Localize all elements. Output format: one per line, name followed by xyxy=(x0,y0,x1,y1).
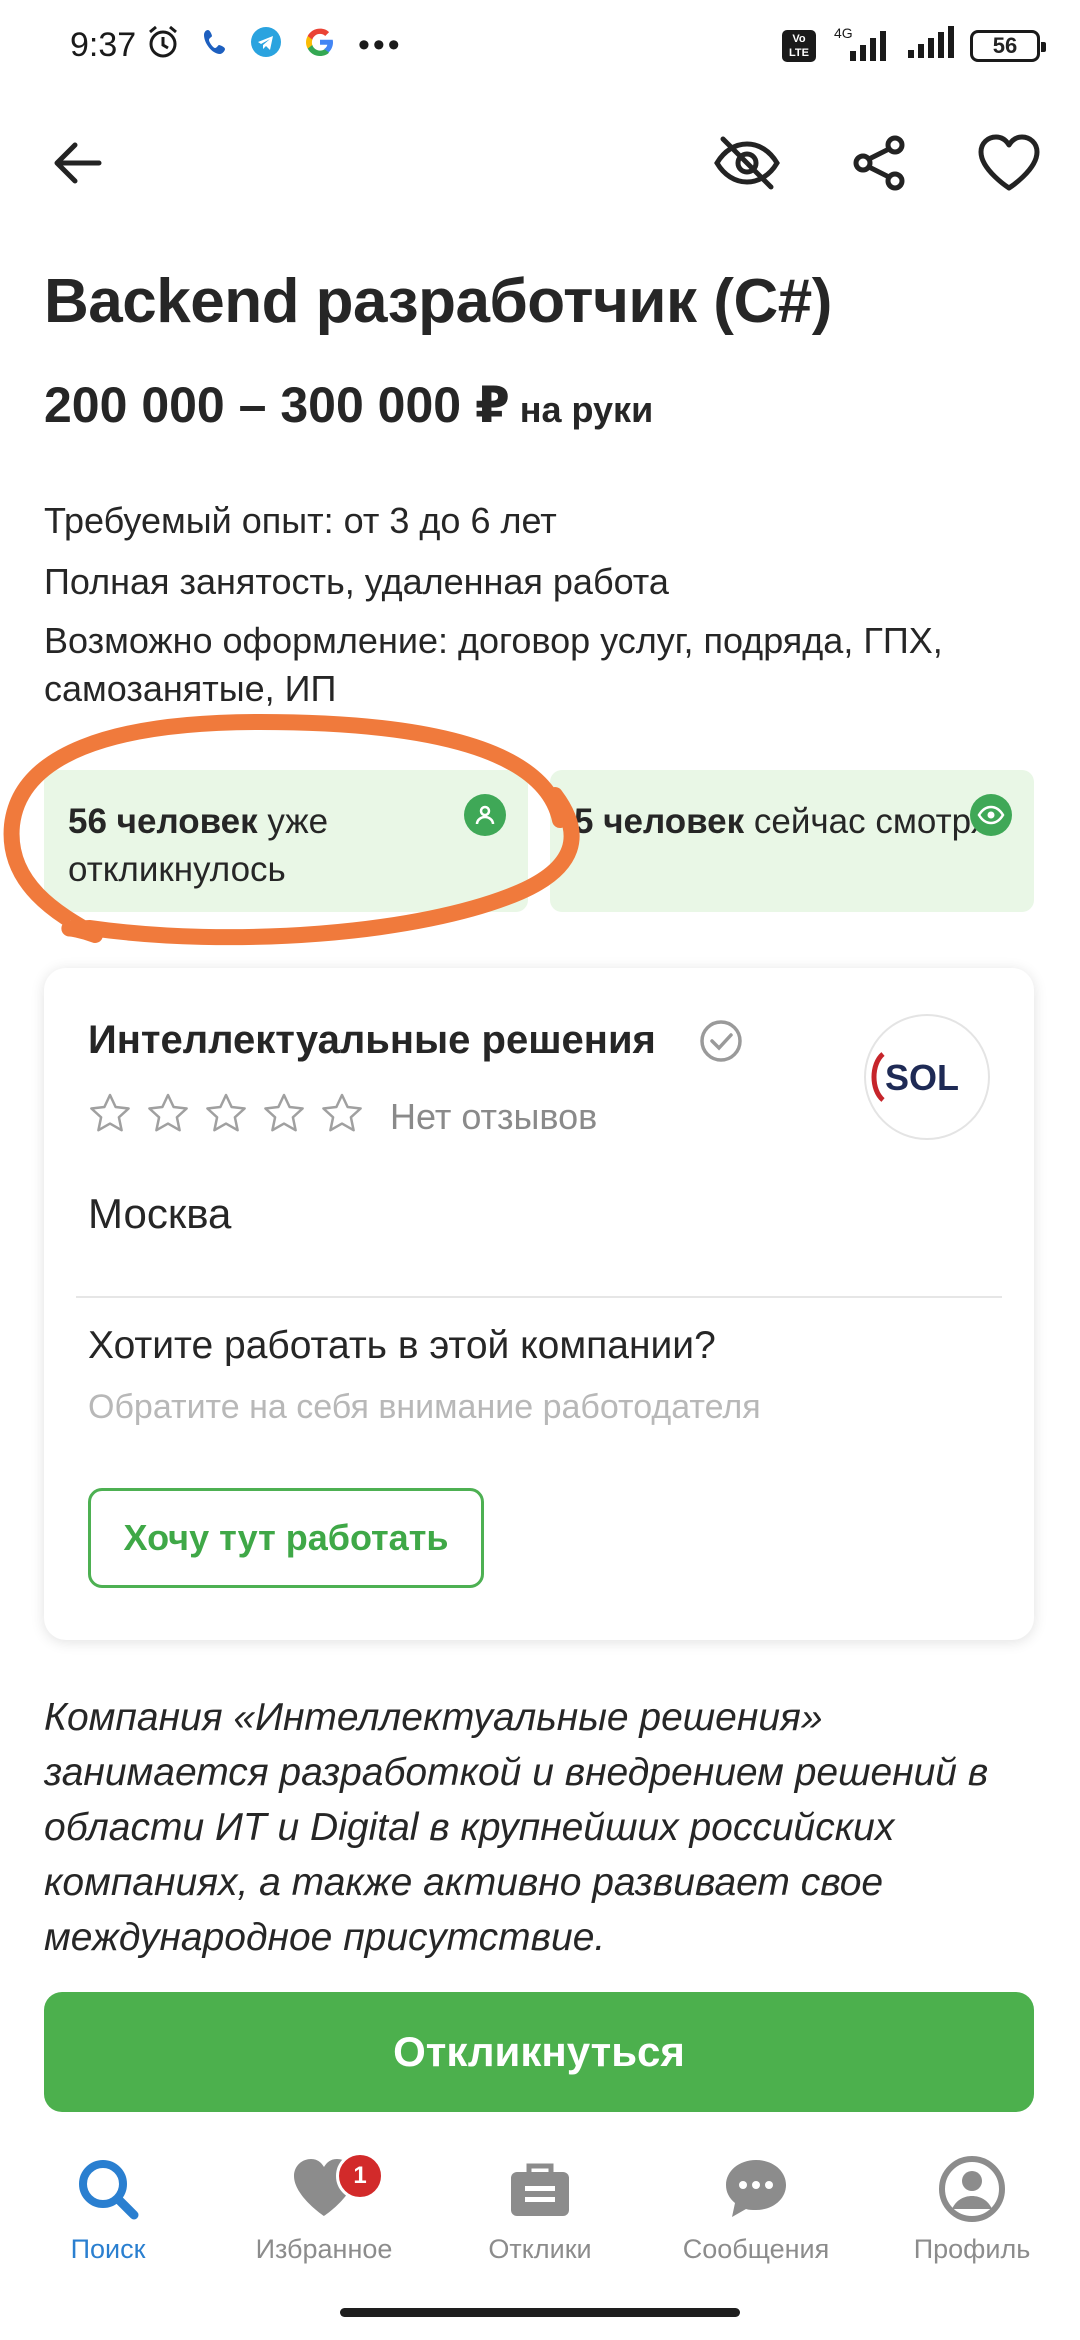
phone-icon xyxy=(202,27,228,62)
applied-count-box: 56 человек уже откликнулось xyxy=(44,770,528,912)
telegram-icon xyxy=(250,26,282,63)
company-logo[interactable]: SOL xyxy=(864,1014,990,1140)
salary: 200 000 – 300 000 ₽ на руки xyxy=(44,376,653,434)
status-notification-icons: ••• xyxy=(146,24,403,65)
experience-text: Требуемый опыт: от 3 до 6 лет xyxy=(44,500,557,541)
viewing-count-box: 5 человек сейчас смотрят xyxy=(550,770,1034,912)
eye-icon xyxy=(970,794,1012,836)
nav-item-messages[interactable]: Сообщения xyxy=(648,2140,864,2290)
home-indicator[interactable] xyxy=(340,2308,740,2317)
company-card: Интеллектуальные решения SOL Нет отзывов… xyxy=(44,968,1034,1640)
star-icon xyxy=(206,1093,246,1132)
want-to-work-subtitle: Обратите на себя внимание работодателя xyxy=(88,1388,761,1426)
reviews-label: Нет отзывов xyxy=(390,1096,598,1137)
bottom-navigation: Поиск 1 Избранное Отклики Сообщения Проф… xyxy=(0,2140,1080,2290)
star-icon xyxy=(148,1093,188,1132)
company-description: Компания «Интеллектуальные решения» зани… xyxy=(44,1696,989,1959)
nav-item-profile[interactable]: Профиль xyxy=(864,2140,1080,2290)
contract-text: Возможно оформление: договор услуг, подр… xyxy=(44,620,943,709)
viewing-text: сейчас смотрят xyxy=(753,802,1006,841)
briefcase-icon xyxy=(511,2163,569,2216)
hide-vacancy-button[interactable] xyxy=(702,118,792,208)
favorites-badge: 1 xyxy=(336,2152,384,2200)
status-bar: 9:37 ••• Vo LTE 4G 56 xyxy=(0,0,1080,96)
job-details: Требуемый опыт: от 3 до 6 лет Полная зан… xyxy=(44,495,1044,723)
favorite-button[interactable] xyxy=(964,118,1054,208)
heart-icon xyxy=(978,134,1040,191)
nav-label-profile: Профиль xyxy=(913,2234,1031,2264)
viewing-count: 5 человек xyxy=(574,802,745,841)
battery-indicator: 56 xyxy=(970,29,1046,62)
share-icon xyxy=(853,135,905,191)
signal-icon xyxy=(906,26,954,65)
signal-4g-icon: 4G xyxy=(832,25,890,63)
rating-stars[interactable] xyxy=(88,1092,364,1134)
search-icon xyxy=(79,2160,139,2220)
nav-label-responses: Отклики xyxy=(488,2234,592,2264)
top-app-bar xyxy=(0,110,1080,220)
arrow-left-icon xyxy=(54,142,102,184)
apply-button[interactable]: Откликнуться xyxy=(44,1992,1034,2112)
share-button[interactable] xyxy=(834,118,924,208)
profile-icon xyxy=(939,2156,1005,2222)
nav-item-responses[interactable]: Отклики xyxy=(432,2140,648,2290)
status-time: 9:37 xyxy=(70,26,137,64)
star-icon xyxy=(264,1093,304,1132)
company-city: Москва xyxy=(88,1190,232,1237)
company-name[interactable]: Интеллектуальные решения xyxy=(88,1018,656,1063)
company-logo-text: SOL xyxy=(885,1057,959,1098)
back-button[interactable] xyxy=(32,118,122,208)
more-notifications-icon: ••• xyxy=(358,25,403,64)
salary-note: на руки xyxy=(519,389,654,430)
nav-label-favorites: Избранное xyxy=(255,2234,393,2264)
person-icon xyxy=(464,794,506,836)
applied-count: 56 человек xyxy=(68,802,258,841)
divider xyxy=(76,1296,1002,1298)
alarm-icon xyxy=(146,24,180,65)
nav-item-search[interactable]: Поиск xyxy=(0,2140,216,2290)
star-icon xyxy=(322,1093,362,1132)
want-to-work-button[interactable]: Хочу тут работать xyxy=(88,1488,484,1588)
salary-range: 200 000 – 300 000 ₽ xyxy=(44,377,510,433)
eye-off-icon xyxy=(714,136,780,190)
status-system-icons: Vo LTE 4G 56 xyxy=(782,25,1046,65)
nav-label-messages: Сообщения xyxy=(682,2234,830,2264)
chat-icon xyxy=(726,2160,786,2217)
nav-label-search: Поиск xyxy=(70,2234,146,2264)
employment-text: Полная занятость, удаленная работа xyxy=(44,561,669,602)
verified-icon xyxy=(698,1018,744,1069)
google-icon xyxy=(304,26,336,63)
volte-icon: Vo LTE xyxy=(782,29,816,62)
star-icon xyxy=(90,1093,130,1132)
want-to-work-title: Хотите работать в этой компании? xyxy=(88,1324,716,1367)
job-title: Backend разработчик (C#) xyxy=(44,267,832,336)
nav-item-favorites[interactable]: 1 Избранное xyxy=(216,2140,432,2290)
